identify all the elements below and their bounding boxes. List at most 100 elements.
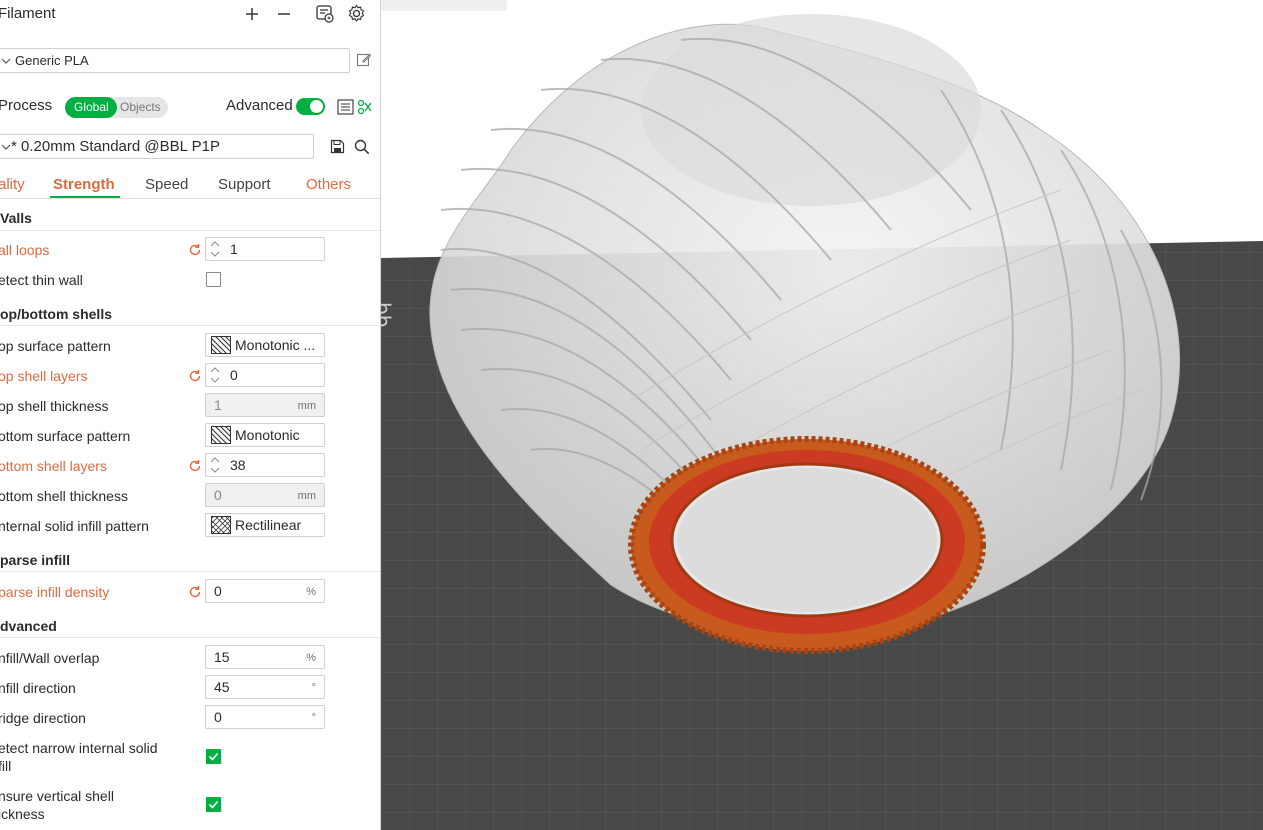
bottom-surface-pattern-select[interactable]: Monotonic: [205, 423, 325, 447]
top-shell-thickness-label: op shell thickness: [0, 398, 109, 414]
top-shell-thickness-input: 1 mm: [205, 393, 325, 417]
bottom-shell-thickness-label: ottom shell thickness: [0, 488, 128, 504]
spin-buttons[interactable]: [209, 239, 221, 259]
section-top-bottom-shells: op/bottom shells: [0, 306, 112, 322]
search-icon[interactable]: [354, 139, 370, 155]
checkmark-icon: [208, 800, 219, 809]
spin-buttons[interactable]: [209, 455, 221, 475]
filament-settings-icon[interactable]: [315, 4, 335, 23]
edit-icon[interactable]: [356, 52, 372, 68]
chevron-down-icon: [1, 144, 11, 150]
ensure-vertical-shell-label: nsure vertical shell: [0, 788, 114, 804]
tabs-divider: [0, 198, 380, 199]
settings-sidebar: Filament Generic PLA Process Global Obje…: [0, 0, 380, 830]
tab-speed[interactable]: Speed: [145, 176, 188, 193]
checkmark-icon: [208, 752, 219, 761]
sparse-infill-density-input[interactable]: 0 %: [205, 579, 325, 603]
gear-icon[interactable]: [347, 4, 366, 23]
spin-buttons[interactable]: [209, 365, 221, 385]
pattern-monotonic-icon: [211, 426, 231, 444]
wall-loops-label: all loops: [0, 242, 50, 258]
compare-icon[interactable]: [357, 99, 373, 115]
undo-icon[interactable]: [188, 459, 202, 473]
top-shell-layers-value: 0: [230, 367, 238, 383]
section-walls: Valls: [0, 210, 32, 226]
bottom-shell-thickness-value: 0: [214, 487, 222, 503]
bottom-shell-layers-input[interactable]: 38: [205, 453, 325, 477]
advanced-switch-knob: [310, 100, 323, 113]
pattern-rectilinear-icon: [211, 516, 231, 534]
list-icon[interactable]: [337, 99, 354, 115]
top-surface-pattern-value: Monotonic ...: [235, 337, 316, 353]
detect-narrow-solid-infill-label-line2: fill: [0, 758, 12, 774]
top-shell-thickness-value: 1: [214, 397, 222, 413]
infill-direction-label: nfill direction: [0, 680, 76, 696]
detect-narrow-solid-infill-label: etect narrow internal solid: [0, 740, 158, 756]
bottom-shell-thickness-input: 0 mm: [205, 483, 325, 507]
unit-label: mm: [297, 400, 316, 412]
section-divider: [0, 571, 380, 572]
bottom-shell-layers-value: 38: [230, 457, 246, 473]
process-preset-value: * 0.20mm Standard @BBL P1P: [11, 138, 220, 155]
ensure-vertical-shell-label-line2: ickness: [0, 806, 45, 822]
3d-viewport[interactable]: bb: [381, 0, 1263, 830]
minus-icon[interactable]: [276, 6, 292, 22]
bottom-surface-pattern-label: ottom surface pattern: [0, 428, 131, 444]
process-title: Process: [0, 97, 53, 114]
unit-label: %: [306, 652, 316, 664]
bridge-direction-label: ridge direction: [0, 710, 86, 726]
wall-loops-input[interactable]: 1: [205, 237, 325, 261]
unit-label: mm: [297, 490, 316, 502]
toggle-global-label: Global: [74, 100, 109, 114]
save-icon[interactable]: [330, 139, 345, 154]
advanced-label: Advanced: [226, 97, 293, 114]
detect-thin-wall-checkbox[interactable]: [206, 272, 221, 287]
section-divider: [0, 230, 380, 231]
plus-icon[interactable]: [244, 6, 260, 22]
3d-scene[interactable]: bb: [381, 0, 1263, 830]
section-sparse-infill: parse infill: [0, 552, 71, 568]
detect-thin-wall-label: etect thin wall: [0, 272, 83, 288]
toggle-objects-label[interactable]: Objects: [120, 100, 161, 114]
section-advanced: dvanced: [0, 618, 57, 634]
undo-icon[interactable]: [188, 369, 202, 383]
bridge-direction-input[interactable]: 0 °: [205, 705, 325, 729]
top-surface-pattern-label: op surface pattern: [0, 338, 111, 354]
bottom-shell-layers-label: ottom shell layers: [0, 458, 107, 474]
advanced-switch[interactable]: [296, 98, 325, 115]
tab-others[interactable]: Others: [306, 176, 351, 193]
pattern-monotonic-icon: [211, 336, 231, 354]
sliced-ring[interactable]: [628, 436, 986, 654]
internal-solid-infill-pattern-value: Rectilinear: [235, 517, 302, 533]
ensure-vertical-shell-checkbox[interactable]: [206, 797, 221, 812]
sparse-infill-density-value: 0: [214, 583, 222, 599]
detect-narrow-solid-infill-checkbox[interactable]: [206, 749, 221, 764]
process-preset-combo[interactable]: * 0.20mm Standard @BBL P1P: [0, 134, 314, 159]
filament-preset-combo[interactable]: Generic PLA: [0, 48, 350, 73]
sparse-infill-density-label: parse infill density: [0, 584, 110, 600]
top-surface-pattern-select[interactable]: Monotonic ...: [205, 333, 325, 357]
filament-title: Filament: [0, 5, 56, 22]
tab-support[interactable]: Support: [218, 176, 271, 193]
top-shell-layers-label: op shell layers: [0, 368, 88, 384]
infill-direction-input[interactable]: 45 °: [205, 675, 325, 699]
top-shell-layers-input[interactable]: 0: [205, 363, 325, 387]
undo-icon[interactable]: [188, 243, 202, 257]
section-divider: [0, 637, 380, 638]
unit-label: °: [311, 712, 316, 724]
unit-label: °: [311, 682, 316, 694]
section-divider: [0, 325, 380, 326]
internal-solid-infill-pattern-select[interactable]: Rectilinear: [205, 513, 325, 537]
unit-label: %: [306, 586, 316, 598]
tab-strength[interactable]: Strength: [53, 176, 115, 193]
chevron-down-icon: [1, 58, 11, 64]
bridge-direction-value: 0: [214, 709, 222, 725]
bottom-surface-pattern-value: Monotonic: [235, 427, 300, 443]
infill-wall-overlap-input[interactable]: 15 %: [205, 645, 325, 669]
tab-quality[interactable]: ality: [0, 176, 25, 193]
global-objects-toggle[interactable]: Global Objects: [65, 97, 168, 118]
undo-icon[interactable]: [188, 585, 202, 599]
wall-loops-value: 1: [230, 241, 238, 257]
infill-direction-value: 45: [214, 679, 230, 695]
viewport-toolbar[interactable]: [381, 0, 507, 11]
